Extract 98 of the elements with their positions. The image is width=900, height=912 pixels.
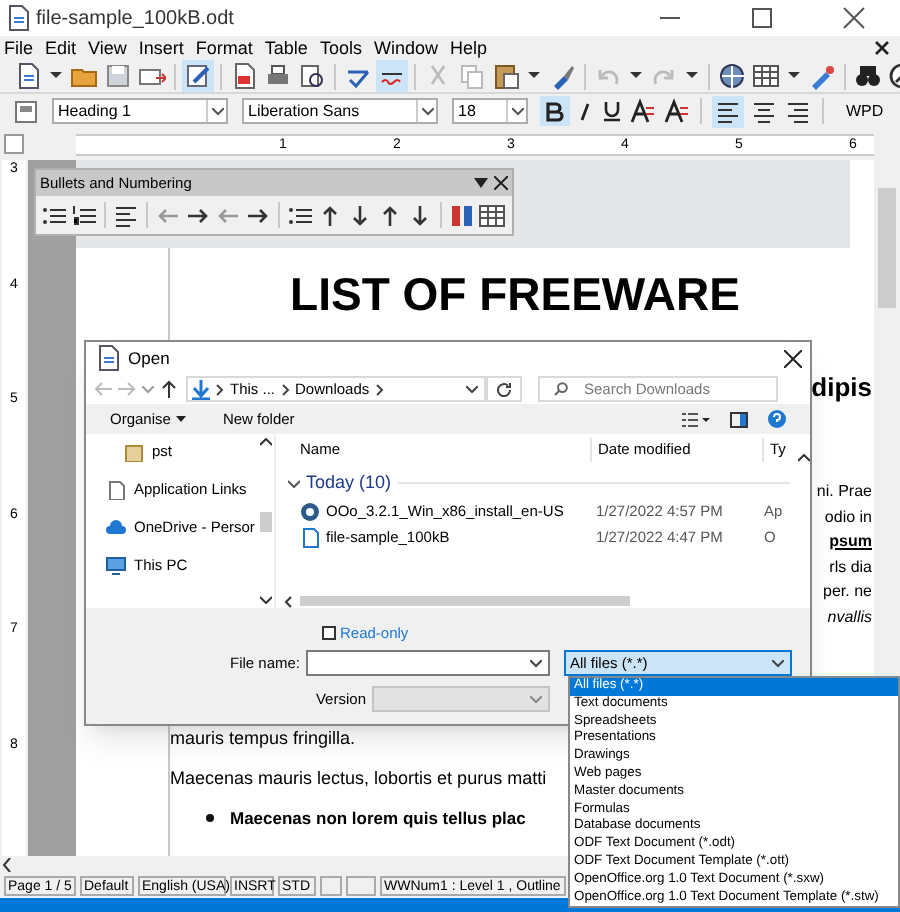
document-icon[interactable] [4, 4, 32, 32]
navigator-icon[interactable] [718, 62, 746, 90]
paste-icon[interactable] [492, 62, 520, 90]
caret-icon [421, 107, 433, 115]
table-icon[interactable] [478, 201, 506, 229]
caret-icon [772, 659, 784, 667]
up-arrow-icon[interactable] [160, 380, 178, 398]
extension-button[interactable]: WPD [842, 99, 888, 123]
tab-stop-button[interactable] [4, 134, 24, 154]
text-fragment: per. ne [823, 580, 872, 604]
view-options-icon[interactable] [682, 411, 710, 427]
numbering-icon[interactable] [448, 201, 476, 229]
bullet-icon [206, 814, 214, 823]
scrollbar-thumb[interactable] [300, 596, 630, 606]
caret-icon [530, 659, 542, 667]
scroll-left-icon[interactable] [2, 858, 12, 872]
file-name-field[interactable] [306, 650, 550, 676]
caret-icon [211, 107, 223, 115]
save-icon[interactable] [104, 62, 132, 90]
text-fragment: dipis [811, 372, 872, 404]
caret-icon [511, 107, 523, 115]
binoculars-icon[interactable] [854, 62, 882, 90]
menu-item[interactable]: Window [373, 36, 438, 60]
help-icon[interactable] [768, 410, 786, 428]
print-preview-icon[interactable] [298, 62, 326, 90]
bold-icon[interactable] [540, 96, 570, 126]
align-left-icon[interactable] [112, 201, 140, 229]
scroll-up-icon[interactable] [260, 438, 272, 446]
underline-icon[interactable] [602, 100, 622, 122]
download-arrow-icon [192, 379, 210, 399]
chevron-icon [216, 383, 224, 395]
text-fragment: psum [829, 530, 872, 554]
menu-item[interactable]: File [4, 36, 34, 60]
scroll-up-icon[interactable] [798, 454, 810, 462]
menu-item[interactable]: Insert [138, 36, 184, 60]
menu-item[interactable]: View [88, 36, 127, 60]
menu-item[interactable]: Table [264, 36, 308, 60]
font-size-dropdown[interactable]: 18 [452, 98, 528, 124]
menu-item[interactable]: Edit [45, 36, 77, 60]
printer-icon[interactable] [264, 62, 292, 90]
scroll-left-icon[interactable] [284, 595, 292, 607]
status-field [320, 876, 342, 896]
collapse-caret-icon[interactable] [288, 479, 300, 487]
text-fragment: nvallis [827, 605, 872, 629]
computer-icon [106, 555, 126, 575]
new-document-icon[interactable] [14, 62, 42, 90]
dialog-icon[interactable] [94, 344, 122, 372]
paragraph-text: mauris tempus fringilla. [170, 726, 356, 750]
status-field [346, 876, 376, 896]
document-icon [300, 527, 320, 547]
menu-item[interactable]: Tools [319, 36, 362, 60]
installer-icon [300, 501, 320, 521]
paragraph-text: Maecenas non lorem quis tellus plac [230, 806, 526, 832]
refresh-icon [496, 381, 512, 397]
scrollbar-thumb[interactable] [260, 511, 272, 531]
font-name-dropdown[interactable]: Liberation Sans [242, 98, 438, 124]
maximize-icon[interactable] [748, 4, 776, 32]
menu-item[interactable]: Format [195, 36, 253, 60]
table-icon[interactable] [752, 62, 780, 90]
file-icon [106, 479, 126, 499]
close-document-icon[interactable] [874, 40, 890, 56]
text-fragment: rls dia [829, 555, 872, 579]
caret-icon [530, 695, 542, 703]
close-icon[interactable] [494, 176, 508, 190]
font-effect-icon[interactable] [628, 97, 656, 125]
caret-icon[interactable] [466, 385, 478, 393]
scrollbar-thumb[interactable] [878, 188, 896, 308]
edit-mode-icon[interactable] [184, 62, 212, 90]
align-left-icon[interactable] [714, 97, 742, 125]
refresh-button[interactable] [486, 376, 522, 402]
align-right-icon[interactable] [784, 97, 812, 125]
text-fragment: odio in [824, 505, 872, 529]
paragraph-text: Maecenas mauris lectus, lobortis et purus matti [170, 766, 547, 790]
menu-item[interactable]: Help [449, 36, 487, 60]
font-color-icon[interactable] [662, 97, 690, 125]
close-icon[interactable] [840, 4, 868, 32]
numbered-list-icon[interactable] [70, 201, 98, 229]
preview-pane-icon[interactable] [730, 411, 748, 427]
window-title: file-sample_100kB.odt [36, 5, 236, 33]
chevron-icon [281, 383, 290, 395]
chevron-icon [375, 383, 384, 395]
pdf-export-icon[interactable] [230, 62, 258, 90]
text-fragment: ni. Prae [816, 480, 872, 504]
folder-icon [124, 441, 144, 461]
align-center-icon[interactable] [750, 97, 778, 125]
search-icon [554, 382, 568, 396]
group-header[interactable]: Today (10) [306, 469, 392, 497]
cloud-icon [106, 517, 126, 537]
document-title: LIST OF FREEWARE [288, 268, 742, 320]
caret-icon[interactable] [474, 176, 488, 190]
styles-icon[interactable] [12, 97, 40, 125]
dialog-title: Open [128, 345, 172, 371]
close-icon[interactable] [784, 349, 802, 367]
scroll-down-icon[interactable] [260, 596, 272, 604]
paragraph-style-dropdown[interactable]: Heading 1 [52, 98, 228, 124]
read-only-checkbox[interactable] [322, 626, 336, 640]
draw-icon[interactable] [808, 62, 836, 90]
caret-icon [176, 416, 187, 422]
